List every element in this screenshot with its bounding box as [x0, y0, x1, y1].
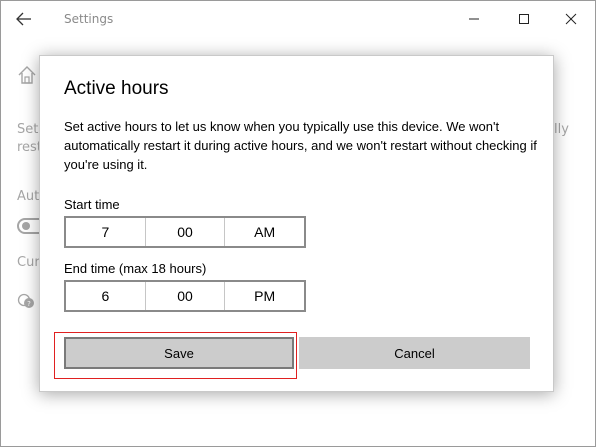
- back-button[interactable]: [11, 9, 37, 29]
- end-time-label: End time (max 18 hours): [64, 261, 207, 276]
- start-time-label: Start time: [64, 197, 120, 212]
- close-icon: [565, 13, 577, 25]
- end-period-field[interactable]: PM: [225, 282, 304, 310]
- maximize-icon: [519, 14, 529, 24]
- start-minute-field[interactable]: 00: [146, 218, 226, 246]
- minimize-button[interactable]: [465, 10, 483, 28]
- svg-text:?: ?: [27, 300, 31, 308]
- dialog-description: Set active hours to let us know when you…: [64, 119, 537, 172]
- title-bar: Settings: [1, 1, 595, 37]
- help-chat-icon: ?: [17, 293, 34, 308]
- home-icon: [18, 66, 36, 84]
- close-button[interactable]: [562, 10, 580, 28]
- end-hour-field[interactable]: 6: [66, 282, 146, 310]
- dialog-title: Active hours: [64, 78, 169, 99]
- start-hour-field[interactable]: 7: [66, 218, 146, 246]
- bg-text-line1-right: lly: [554, 122, 569, 137]
- back-arrow-icon: [16, 12, 31, 26]
- bg-cur-label: Cur: [17, 255, 40, 270]
- start-time-picker[interactable]: 7 00 AM: [64, 216, 306, 248]
- end-minute-field[interactable]: 00: [146, 282, 226, 310]
- end-time-picker[interactable]: 6 00 PM: [64, 280, 306, 312]
- bg-auto-label: Aut: [17, 189, 40, 204]
- app-title: Settings: [64, 12, 114, 26]
- settings-window: Settings Set lly rest Aut Cur ? Active h…: [0, 0, 596, 447]
- save-button[interactable]: Save: [64, 337, 294, 369]
- active-hours-dialog: Active hours Set active hours to let us …: [39, 55, 554, 392]
- start-period-field[interactable]: AM: [225, 218, 304, 246]
- minimize-icon: [469, 18, 479, 20]
- bg-text-line1-left: Set: [17, 122, 39, 137]
- cancel-button[interactable]: Cancel: [299, 337, 530, 369]
- maximize-button[interactable]: [515, 10, 533, 28]
- home-nav-item[interactable]: [17, 65, 37, 89]
- bg-help-link[interactable]: ?: [17, 293, 37, 315]
